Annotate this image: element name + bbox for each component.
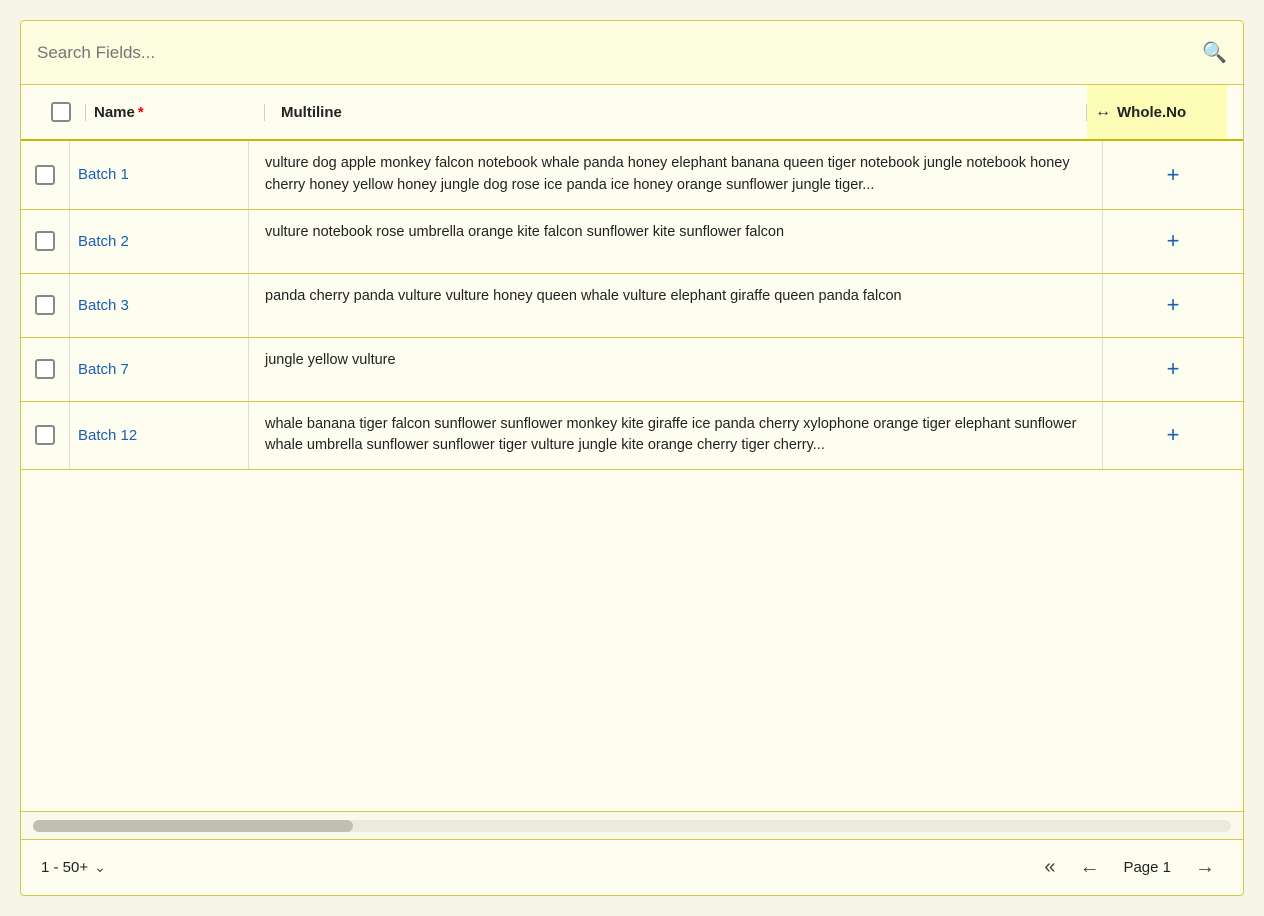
row-multiline: jungle yellow vulture — [249, 338, 1103, 401]
search-icon: 🔍 — [1202, 40, 1227, 65]
prev-page-button[interactable]: ← — [1071, 852, 1107, 883]
column-name-label: Name — [94, 104, 135, 121]
row-checkbox-cell — [21, 338, 69, 401]
scroll-track — [33, 820, 1231, 832]
page-label: Page 1 — [1115, 859, 1179, 876]
row-name[interactable]: Batch 1 — [69, 141, 249, 209]
table-row: Batch 12 whale banana tiger falcon sunfl… — [21, 402, 1243, 471]
row-multiline: vulture dog apple monkey falcon notebook… — [249, 141, 1103, 209]
table-body: Batch 1 vulture dog apple monkey falcon … — [21, 141, 1243, 811]
row-add-button[interactable]: + — [1103, 210, 1243, 273]
row-name[interactable]: Batch 7 — [69, 338, 249, 401]
main-container: 🔍 Name * Multiline ↔ Whole.No Batch 1 vu… — [20, 20, 1244, 896]
count-dropdown-icon[interactable]: ⌄ — [94, 859, 106, 876]
pagination: « ← Page 1 → — [1036, 852, 1223, 883]
row-add-button[interactable]: + — [1103, 141, 1243, 209]
row-name[interactable]: Batch 2 — [69, 210, 249, 273]
scroll-thumb[interactable] — [33, 820, 353, 832]
table-header: Name * Multiline ↔ Whole.No — [21, 85, 1243, 141]
column-name-required: * — [138, 104, 144, 121]
row-checkbox-cell — [21, 210, 69, 273]
count-label: 1 - 50+ — [41, 859, 88, 876]
row-add-button[interactable]: + — [1103, 274, 1243, 337]
row-multiline: whale banana tiger falcon sunflower sunf… — [249, 402, 1103, 470]
footer: 1 - 50+ ⌄ « ← Page 1 → — [21, 839, 1243, 895]
column-header-name: Name * — [85, 104, 265, 121]
header-checkbox-cell — [37, 102, 85, 122]
row-checkbox[interactable] — [35, 359, 55, 379]
row-checkbox[interactable] — [35, 165, 55, 185]
page-count: 1 - 50+ ⌄ — [41, 859, 106, 876]
table-row: Batch 1 vulture dog apple monkey falcon … — [21, 141, 1243, 210]
row-multiline: vulture notebook rose umbrella orange ki… — [249, 210, 1103, 273]
row-checkbox-cell — [21, 402, 69, 470]
table-row: Batch 3 panda cherry panda vulture vultu… — [21, 274, 1243, 338]
first-page-button[interactable]: « — [1036, 852, 1063, 883]
row-add-button[interactable]: + — [1103, 402, 1243, 470]
table-row: Batch 2 vulture notebook rose umbrella o… — [21, 210, 1243, 274]
select-all-checkbox[interactable] — [51, 102, 71, 122]
table-row: Batch 7 jungle yellow vulture + — [21, 338, 1243, 402]
horizontal-scrollbar[interactable] — [21, 811, 1243, 839]
row-multiline: panda cherry panda vulture vulture honey… — [249, 274, 1103, 337]
row-checkbox-cell — [21, 141, 69, 209]
search-bar: 🔍 — [21, 21, 1243, 85]
row-checkbox[interactable] — [35, 425, 55, 445]
next-page-button[interactable]: → — [1187, 852, 1223, 883]
column-header-whole[interactable]: ↔ Whole.No — [1087, 85, 1227, 139]
row-add-button[interactable]: + — [1103, 338, 1243, 401]
row-checkbox-cell — [21, 274, 69, 337]
row-name[interactable]: Batch 12 — [69, 402, 249, 470]
column-whole-label: Whole.No — [1117, 104, 1186, 121]
search-input[interactable] — [37, 43, 1202, 63]
row-name[interactable]: Batch 3 — [69, 274, 249, 337]
resize-icon: ↔ — [1095, 103, 1111, 121]
column-header-multiline: Multiline — [265, 104, 1087, 121]
row-checkbox[interactable] — [35, 295, 55, 315]
column-multiline-label: Multiline — [281, 104, 342, 121]
row-checkbox[interactable] — [35, 231, 55, 251]
